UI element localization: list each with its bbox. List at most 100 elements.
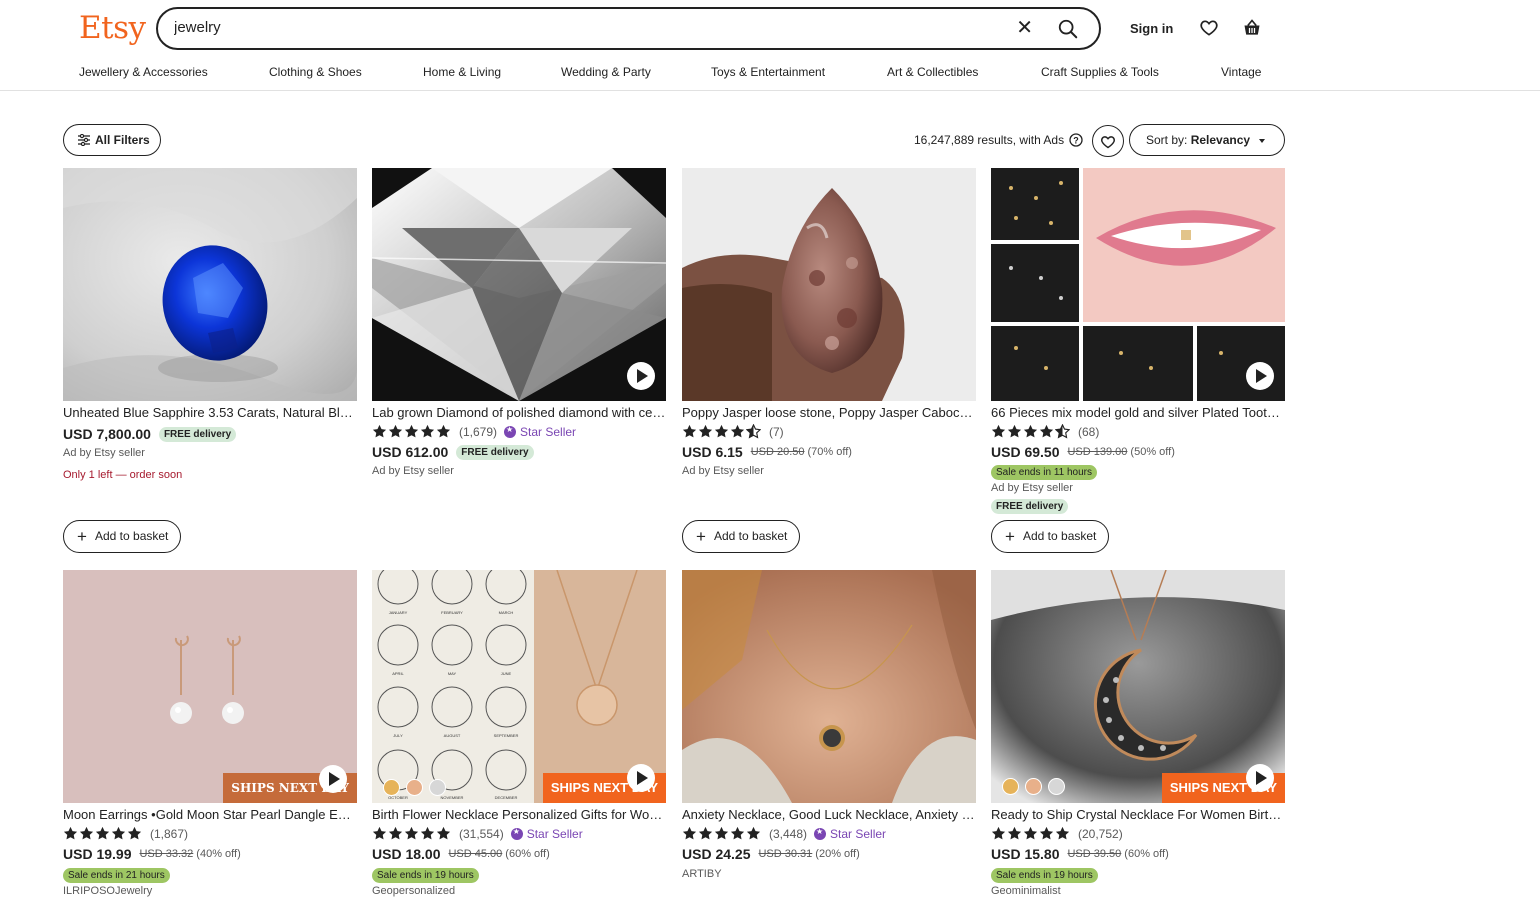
ads-info-icon[interactable]: ? — [1069, 133, 1083, 147]
sapphire-photo — [63, 168, 357, 401]
original-price: USD 139.00 — [1067, 446, 1128, 458]
necklace-photo — [682, 570, 976, 803]
listing-image[interactable]: SHIPS NEXT DAY — [63, 570, 357, 803]
star-icon — [436, 424, 451, 439]
star-seller-icon — [510, 827, 523, 840]
favorites-heart-icon[interactable] — [1199, 18, 1219, 38]
listing-card[interactable]: SHIPS NEXT DAY Moon Earrings •Gold Moon … — [63, 570, 357, 897]
gold-swatch-icon[interactable] — [383, 779, 400, 796]
birth-flower-photo: JANUARY FEBRUARY MARCH APRIL MAY JUNE JU… — [377, 570, 666, 803]
listing-image[interactable] — [682, 168, 976, 401]
etsy-logo[interactable]: Etsy — [79, 10, 146, 46]
nav-toys[interactable]: Toys & Entertainment — [711, 65, 825, 79]
listing-card[interactable]: JANUARY FEBRUARY MARCH APRIL MAY JUNE JU… — [372, 570, 666, 897]
caret-down-icon — [1259, 139, 1265, 143]
search-input[interactable] — [174, 19, 994, 36]
sort-dropdown[interactable]: Sort by: Relevancy — [1129, 124, 1285, 156]
play-video-icon[interactable] — [1246, 764, 1274, 792]
listing-title[interactable]: Moon Earrings •Gold Moon Star Pearl Dang… — [63, 807, 357, 822]
flower-month-label: APRIL — [392, 671, 404, 676]
listing-title[interactable]: Poppy Jasper loose stone, Poppy Jasper C… — [682, 405, 976, 420]
star-icon — [404, 826, 419, 841]
flower-month-label: AUGUST — [444, 733, 461, 738]
nav-home[interactable]: Home & Living — [423, 65, 501, 79]
play-video-icon[interactable] — [319, 765, 347, 793]
review-count: (1,679) — [459, 424, 498, 439]
star-seller-icon — [814, 827, 827, 840]
flower-month-label: JANUARY — [389, 610, 408, 615]
basket-icon[interactable] — [1242, 18, 1262, 38]
shop-name[interactable]: Geominimalist — [991, 885, 1061, 897]
star-icon — [420, 424, 435, 439]
listing-image[interactable] — [991, 168, 1285, 401]
flower-month-label: NOVEMBER — [441, 795, 464, 800]
listing-image[interactable] — [63, 168, 357, 401]
sale-badge: Sale ends in 19 hours — [991, 868, 1098, 883]
listing-card[interactable]: Lab grown Diamond of polished diamond wi… — [372, 168, 666, 477]
listing-title[interactable]: 66 Pieces mix model gold and silver Plat… — [991, 405, 1285, 420]
star-rating — [63, 826, 143, 841]
nav-vintage[interactable]: Vintage — [1221, 65, 1261, 79]
plus-icon: + — [77, 527, 87, 546]
listing-title[interactable]: Ready to Ship Crystal Necklace For Women… — [991, 807, 1285, 822]
star-seller-icon — [504, 425, 517, 438]
sign-in-link[interactable]: Sign in — [1130, 21, 1173, 36]
shop-name[interactable]: ARTIBY — [682, 868, 722, 880]
nav-clothing[interactable]: Clothing & Shoes — [269, 65, 362, 79]
nav-art[interactable]: Art & Collectibles — [887, 65, 978, 79]
star-icon — [1039, 424, 1054, 439]
listing-card[interactable]: Unheated Blue Sapphire 3.53 Carats, Natu… — [63, 168, 357, 481]
search-icon[interactable] — [1057, 18, 1079, 40]
listing-card[interactable]: 66 Pieces mix model gold and silver Plat… — [991, 168, 1285, 514]
sort-value: Relevancy — [1190, 133, 1251, 147]
rating-row: (3,448) Star Seller — [682, 826, 886, 841]
listing-image[interactable]: SHIPS NEXT DAY — [991, 570, 1285, 803]
star-rating — [682, 424, 762, 439]
save-search-button[interactable] — [1092, 125, 1124, 157]
listing-card[interactable]: Anxiety Necklace, Good Luck Necklace, An… — [682, 570, 976, 880]
shop-name[interactable]: Geopersonalized — [372, 885, 455, 897]
listing-image[interactable] — [682, 570, 976, 803]
ad-label: Ad by Etsy seller — [63, 447, 145, 459]
clear-search-icon[interactable]: ✕ — [1016, 18, 1033, 38]
add-to-basket-button[interactable]: + Add to basket — [991, 520, 1110, 553]
discount-label: (50% off) — [1130, 446, 1175, 458]
filter-sliders-icon — [78, 134, 90, 146]
rose-gold-swatch-icon[interactable] — [1025, 778, 1042, 795]
add-to-basket-button[interactable]: + Add to basket — [682, 520, 801, 553]
listing-price: USD 69.50 — [991, 444, 1060, 460]
listing-title[interactable]: Birth Flower Necklace Personalized Gifts… — [372, 807, 666, 822]
nav-wedding[interactable]: Wedding & Party — [561, 65, 651, 79]
star-icon — [1007, 826, 1022, 841]
silver-swatch-icon[interactable] — [1048, 778, 1065, 795]
star-rating — [372, 424, 452, 439]
add-to-basket-button[interactable]: + Add to basket — [63, 520, 182, 553]
listing-title[interactable]: Anxiety Necklace, Good Luck Necklace, An… — [682, 807, 976, 822]
listing-image[interactable] — [372, 168, 666, 401]
listing-card[interactable]: SHIPS NEXT DAY Ready to Ship Crystal Nec… — [991, 570, 1285, 897]
silver-swatch-icon[interactable] — [429, 779, 446, 796]
listing-image[interactable]: JANUARY FEBRUARY MARCH APRIL MAY JUNE JU… — [372, 570, 666, 803]
sale-badge: Sale ends in 21 hours — [63, 868, 170, 883]
play-video-icon[interactable] — [627, 764, 655, 792]
listing-title[interactable]: Lab grown Diamond of polished diamond wi… — [372, 405, 666, 420]
nav-jewellery[interactable]: Jewellery & Accessories — [79, 65, 208, 79]
rose-gold-swatch-icon[interactable] — [406, 779, 423, 796]
flower-month-label: MARCH — [499, 610, 514, 615]
results-count: 16,247,889 results, with Ads — [914, 133, 1065, 147]
listing-title[interactable]: Unheated Blue Sapphire 3.53 Carats, Natu… — [63, 405, 357, 420]
play-video-icon[interactable] — [1246, 362, 1274, 390]
play-video-icon[interactable] — [627, 362, 655, 390]
gold-swatch-icon[interactable] — [1002, 778, 1019, 795]
nav-craft[interactable]: Craft Supplies & Tools — [1041, 65, 1159, 79]
original-price: USD 30.31 — [758, 848, 813, 860]
all-filters-button[interactable]: All Filters — [63, 124, 161, 156]
flower-month-label: FEBRUARY — [441, 610, 463, 615]
review-count: (3,448) — [769, 826, 808, 841]
listing-card[interactable]: Poppy Jasper loose stone, Poppy Jasper C… — [682, 168, 976, 477]
search-bar[interactable]: ✕ — [156, 7, 1101, 50]
original-price: USD 45.00 — [448, 848, 503, 860]
category-nav: Jewellery & Accessories Clothing & Shoes… — [0, 65, 1540, 81]
shop-name[interactable]: ILRIPOSOJewelry — [63, 885, 152, 897]
free-delivery-badge: FREE delivery — [158, 426, 237, 442]
